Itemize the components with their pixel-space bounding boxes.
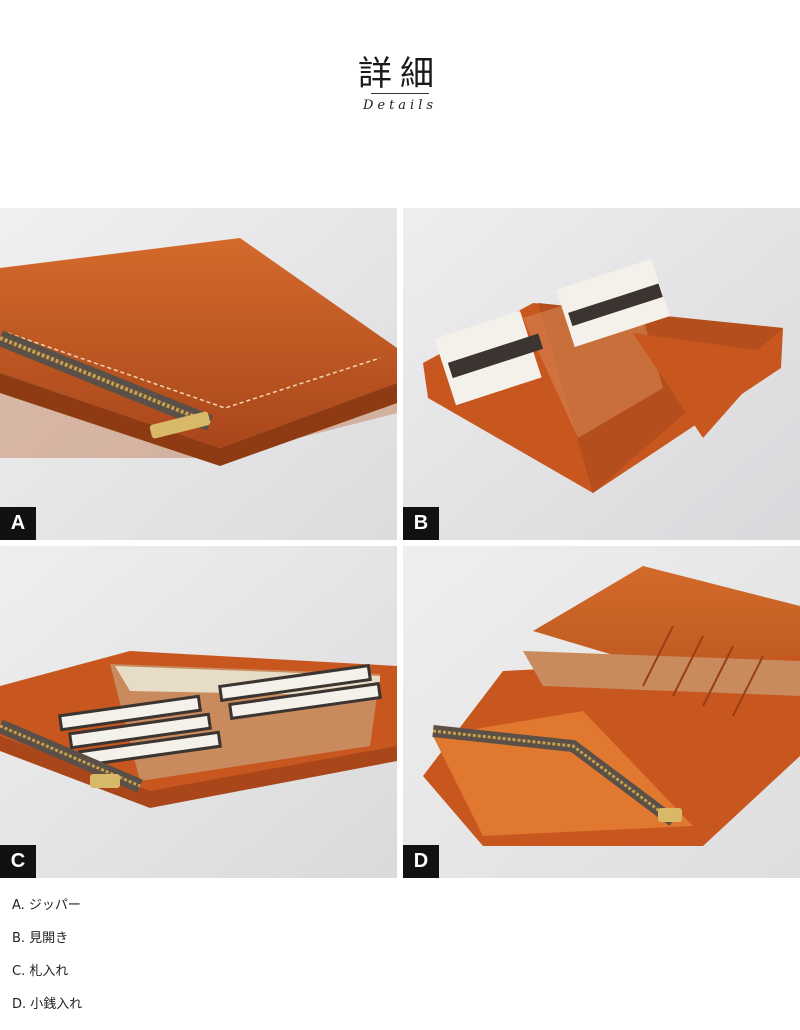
caption-c: C. 札入れ [12, 964, 69, 979]
photo-a-zipper: A [0, 208, 397, 540]
caption-list: A. ジッパー B. 見開き C. 札入れ D. 小銭入れ [12, 896, 82, 1028]
photo-b-open-view: B [403, 208, 800, 540]
photo-label-a: A [0, 507, 36, 540]
caption-d: D. 小銭入れ [12, 997, 83, 1012]
photo-label-b: B [403, 507, 439, 540]
photo-c-bill-compartment: C [0, 546, 397, 878]
page-header: 詳細 Details [0, 0, 800, 200]
caption-a: A. ジッパー [12, 898, 81, 913]
photo-label-c: C [0, 845, 36, 878]
title-divider [371, 93, 429, 94]
page-subtitle: Details [362, 98, 438, 113]
photo-label-d: D [403, 845, 439, 878]
photo-d-coin-purse: D [403, 546, 800, 878]
page-title: 詳細 [358, 54, 442, 94]
caption-b: B. 見開き [12, 931, 69, 946]
